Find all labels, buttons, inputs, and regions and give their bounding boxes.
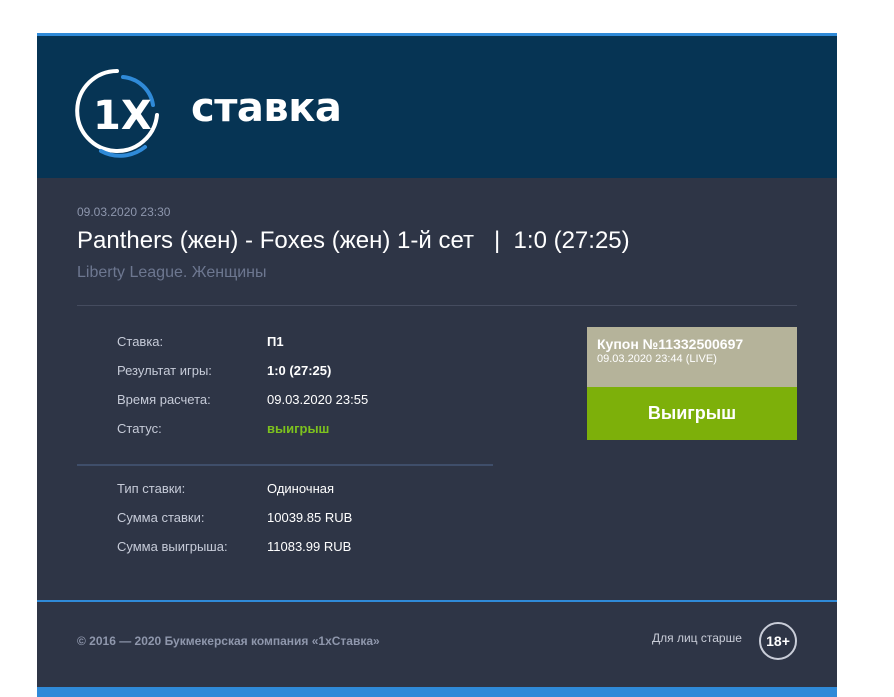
summary-row-payout: Сумма выигрыша: 11083.99 RUB xyxy=(117,539,351,554)
logo-word: ставка xyxy=(191,85,342,131)
age-restriction-text: Для лиц старше xyxy=(652,631,742,645)
email-card: 1X ставка 09.03.2020 23:30 Panthers (жен… xyxy=(37,33,837,697)
detail-label: Время расчета: xyxy=(117,392,211,407)
detail-label: Результат игры: xyxy=(117,363,212,378)
detail-label: Статус: xyxy=(117,421,162,436)
coupon-datetime: 09.03.2020 23:44 (LIVE) xyxy=(597,353,717,365)
detail-value: 09.03.2020 23:55 xyxy=(267,392,369,407)
detail-value: 1:0 (27:25) xyxy=(267,363,332,378)
detail-value: П1 xyxy=(267,334,284,349)
logo-mark-text: 1X xyxy=(93,93,152,139)
brand-logo[interactable]: 1X ставка xyxy=(75,63,342,163)
divider xyxy=(77,464,493,466)
summary-label: Сумма ставки: xyxy=(117,510,205,525)
coupon-header: Купон №11332500697 09.03.2020 23:44 (LIV… xyxy=(587,327,797,387)
coupon-result-button[interactable]: Выигрыш xyxy=(587,387,797,440)
summary-value: 11083.99 RUB xyxy=(267,539,352,554)
divider xyxy=(77,305,797,306)
detail-label: Ставка: xyxy=(117,334,164,349)
event-league: Liberty League. Женщины xyxy=(77,264,267,281)
copyright: © 2016 — 2020 Букмекерская компания «1xС… xyxy=(77,634,380,648)
bottom-accent-bar xyxy=(37,687,837,697)
detail-row-status: Статус: выигрыш xyxy=(117,421,329,436)
footer-divider xyxy=(37,600,837,602)
event-datetime: 09.03.2020 23:30 xyxy=(77,205,171,219)
coupon-result-label: Выигрыш xyxy=(647,403,737,423)
event-title: Panthers (жен) - Foxes (жен) 1-й сет | 1… xyxy=(77,227,630,254)
header: 1X ставка xyxy=(37,36,837,178)
coupon-number: Купон №11332500697 xyxy=(597,336,744,352)
summary-value: Одиночная xyxy=(267,481,335,496)
summary-label: Тип ставки: xyxy=(117,481,186,496)
detail-row-settle-time: Время расчета: 09.03.2020 23:55 xyxy=(117,392,368,407)
summary-value: 10039.85 RUB xyxy=(267,510,353,525)
summary-row-type: Тип ставки: Одиночная xyxy=(117,481,334,496)
detail-row-result: Результат игры: 1:0 (27:25) xyxy=(117,363,331,378)
summary-label: Сумма выигрыша: xyxy=(117,539,228,554)
summary-row-stake: Сумма ставки: 10039.85 RUB xyxy=(117,510,352,525)
detail-row-bet: Ставка: П1 xyxy=(117,334,284,349)
status-value: выигрыш xyxy=(267,421,330,436)
age-18-icon: 18+ xyxy=(759,622,797,660)
